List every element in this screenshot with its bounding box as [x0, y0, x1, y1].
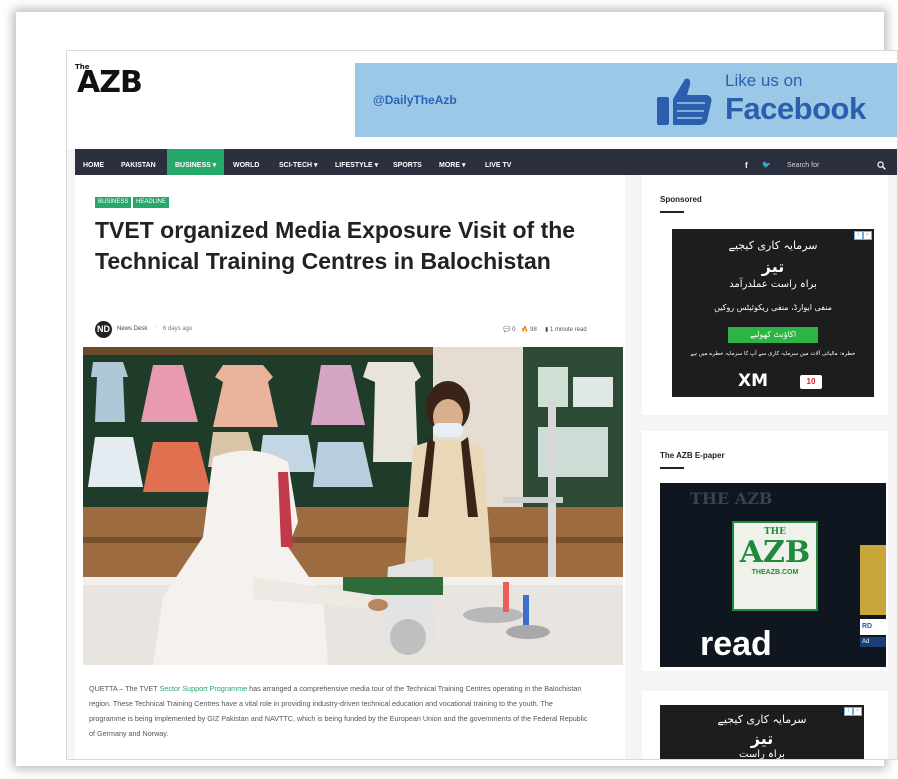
comments-stat[interactable]: 💬 0 — [503, 326, 516, 333]
sponsored-title: Sponsored — [660, 195, 702, 204]
tag-business[interactable]: BUSINESS — [95, 197, 132, 208]
ad-open-account-button[interactable]: اکاؤنٹ کھولیے — [728, 327, 818, 343]
nav-item-business[interactable]: BUSINESS ▾ — [167, 149, 225, 175]
ad2-line-2: تیز — [750, 729, 774, 748]
xm-ad-banner-2[interactable]: i × سرمایہ کاری کیجیے تیز براہ راست — [660, 705, 864, 760]
comment-icon: 💬 — [503, 327, 511, 333]
article-body: QUETTA – The TVET Sector Support Program… — [89, 681, 589, 741]
twitter-icon[interactable]: 🐦 — [762, 149, 771, 175]
main-navigation: HOME PAKISTAN BUSINESS ▾ WORLD SCI-TECH … — [75, 149, 897, 175]
widget-underline — [660, 211, 684, 213]
views-count: 98 — [530, 327, 537, 333]
tag-headline[interactable]: HEADLINE — [133, 197, 170, 208]
nav-item-sports[interactable]: SPORTS — [393, 149, 422, 175]
featured-image[interactable] — [83, 347, 623, 665]
search-input[interactable]: Search for — [787, 149, 819, 175]
site-logo[interactable]: The AZB — [75, 63, 143, 100]
read-time: 1 minute read — [549, 327, 587, 333]
author-avatar[interactable]: ND — [95, 321, 112, 338]
comments-count: 0 — [512, 327, 516, 333]
article-title: TVET organized Media Exposure Visit of t… — [95, 217, 576, 274]
views-stat: 🔥 98 — [521, 326, 537, 333]
epaper-logo-main: AZB — [739, 535, 811, 570]
nav-item-home[interactable]: HOME — [83, 149, 104, 175]
sponsored-widget: Sponsored i × سرمایہ کاری کیجیے تیز براہ… — [642, 175, 888, 415]
nav-item-pakistan[interactable]: PAKISTAN — [121, 149, 156, 175]
ad-line-1: سرمایہ کاری کیجیے — [728, 239, 818, 252]
sponsored-widget-2: i × سرمایہ کاری کیجیے تیز براہ راست — [642, 691, 888, 759]
epaper-title: The AZB E-paper — [660, 451, 725, 460]
nav-item-live-tv[interactable]: LIVE TV — [485, 149, 511, 175]
publish-date: 6 days ago — [163, 326, 193, 332]
bookmark-icon: ▮ — [545, 327, 549, 333]
nav-item-lifestyle[interactable]: LIFESTYLE ▾ — [335, 149, 378, 175]
epaper-masthead: THE AZB — [690, 489, 773, 508]
article-card: BUSINESS HEADLINE TVET organized Media E… — [75, 175, 625, 759]
author-name[interactable]: News Desk — [117, 326, 147, 332]
nav-item-more[interactable]: MORE ▾ — [439, 149, 465, 175]
facebook-like-text: Like us on — [725, 71, 803, 90]
facebook-wordmark: Facebook — [725, 91, 866, 126]
epaper-side-ad: Ad — [860, 637, 886, 647]
ad-line-2: تیز — [761, 257, 785, 276]
azb-epaper-logo: THE AZB THEAZB.COM — [732, 521, 818, 611]
facebook-icon[interactable]: f — [745, 149, 748, 175]
xm-ad-banner[interactable]: i × سرمایہ کاری کیجیے تیز براہ راست عملد… — [672, 229, 874, 397]
search-icon[interactable] — [877, 161, 886, 170]
body-text-start: QUETTA – The TVET — [89, 684, 160, 693]
widget-underline — [660, 467, 684, 469]
logo-small-text: The — [75, 63, 90, 71]
thumbs-up-icon — [657, 78, 712, 125]
sector-support-link[interactable]: Sector Support Programme — [160, 684, 248, 693]
web-page: The AZB @DailyTheAzb Like us on Facebook… — [66, 50, 898, 760]
nav-item-world[interactable]: WORLD — [233, 149, 259, 175]
epaper-logo-url: THEAZB.COM — [751, 569, 799, 576]
facebook-handle: @DailyTheAzb — [373, 93, 457, 107]
ad-disclaimer: خطرہ: مالیاتی آلات میں سرمایہ کاری سے آپ… — [690, 351, 856, 357]
ad-line-3: براہ راست عملدرآمد — [729, 279, 817, 290]
epaper-preview[interactable]: THE AZB THE AZB THEAZB.COM read RD Ad — [660, 483, 886, 667]
xm-award-badge: 10 — [800, 375, 822, 389]
ad2-line-3: براہ راست — [739, 749, 785, 760]
facebook-banner[interactable]: @DailyTheAzb Like us on Facebook — [355, 63, 897, 137]
nav-item-sci-tech[interactable]: SCI-TECH ▾ — [279, 149, 318, 175]
ad2-line-1: سرمایہ کاری کیجیے — [717, 713, 807, 726]
site-header: The AZB @DailyTheAzb Like us on Facebook — [67, 51, 897, 149]
read-time-stat: ▮ 1 minute read — [545, 326, 587, 333]
epaper-read-text: read — [700, 625, 772, 663]
xm-logo: XM — [737, 371, 769, 391]
epaper-side-strip — [860, 545, 886, 615]
fire-icon: 🔥 — [521, 327, 529, 333]
epaper-widget: The AZB E-paper THE AZB THE AZB THEAZB.C… — [642, 431, 888, 671]
epaper-side-badge: RD — [860, 619, 886, 635]
meta-separator: · — [155, 325, 157, 331]
screenshot-frame: The AZB @DailyTheAzb Like us on Facebook… — [16, 12, 898, 766]
ad-line-4: منفی ایوارڈ، منفی ریکوئیٹس روکیں — [714, 303, 832, 312]
